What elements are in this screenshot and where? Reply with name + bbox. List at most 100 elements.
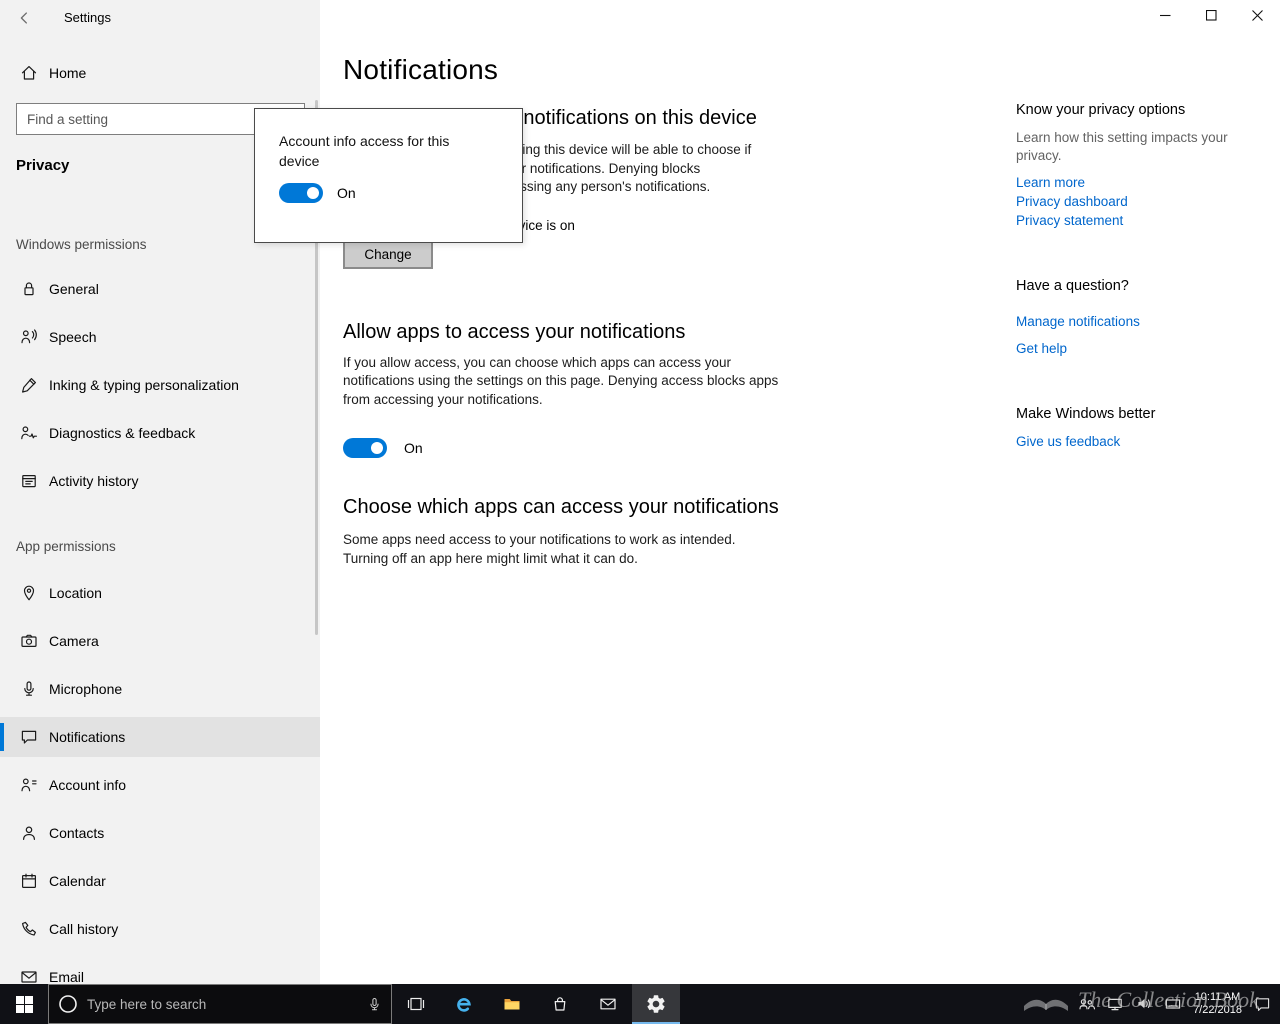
privacy-links: Learn more Privacy dashboard Privacy sta… [1016,173,1266,230]
sidebar-nav: Windows permissions General Speech Inkin… [0,229,320,984]
choose-apps-description: Some apps need access to your notificati… [343,532,736,566]
sidebar-item-diagnostics-feedback[interactable]: Diagnostics & feedback [0,413,320,453]
category-title: Privacy [16,157,70,174]
sidebar-item-activity-history[interactable]: Activity history [0,461,320,501]
privacy-options-heading: Know your privacy options [1016,102,1186,118]
caption-buttons [1142,0,1280,31]
sidebar-item-label: Contacts [49,825,105,841]
close-button[interactable] [1234,0,1280,31]
chat-bubble-icon [19,727,39,747]
make-windows-better-heading: Make Windows better [1016,406,1156,422]
sidebar-item-location[interactable]: Location [0,573,320,613]
settings-window: Settings Home Privacy Windows permission… [0,0,1280,984]
back-button[interactable] [12,7,38,29]
apps-access-description: If you allow access, you can choose whic… [343,354,779,407]
people-icon[interactable] [1077,995,1096,1013]
apps-access-toggle[interactable] [343,438,387,458]
sidebar-item-label: Call history [49,921,119,937]
sidebar-item-label: Inking & typing personalization [49,377,239,393]
lock-icon [19,279,39,299]
sidebar-item-camera[interactable]: Camera [0,621,320,661]
sidebar-item-contacts[interactable]: Contacts [0,813,320,853]
section-heading-choose-apps: Choose which apps can access your notifi… [343,496,779,518]
edge-button[interactable] [440,984,488,1024]
folder-icon [504,999,520,1010]
learn-more-link[interactable]: Learn more [1016,173,1266,192]
sidebar-item-notifications[interactable]: Notifications [0,717,320,757]
camera-icon [19,631,39,651]
task-view-icon [407,997,425,1011]
change-button[interactable]: Change [343,240,433,269]
sidebar-item-inking-typing[interactable]: Inking & typing personalization [0,365,320,405]
question-links: Manage notifications Get help [1016,312,1266,358]
calendar-icon [19,871,39,891]
activity-icon [19,471,39,491]
sidebar-item-general[interactable]: General [0,269,320,309]
privacy-statement-link[interactable]: Privacy statement [1016,211,1266,230]
sidebar-item-label: Microphone [49,681,123,697]
popup-toggle-row: On [279,183,522,203]
sidebar-item-call-history[interactable]: Call history [0,909,320,949]
sidebar-item-label: Activity history [49,473,139,489]
get-help-link[interactable]: Get help [1016,339,1266,358]
home-icon [19,63,39,83]
related-settings-column: Know your privacy options Learn how this… [1016,0,1266,451]
start-button[interactable] [0,984,48,1024]
cortana-icon[interactable] [57,993,79,1015]
manage-notifications-link[interactable]: Manage notifications [1016,312,1266,331]
sidebar-item-label: Location [49,585,102,601]
privacy-options-description: Learn how this setting impacts your priv… [1016,130,1228,163]
account-info-icon [19,775,39,795]
settings-app-button[interactable] [632,984,680,1024]
system-tray: 10:11 AM 7/22/2018 [1077,984,1280,1024]
account-info-access-toggle[interactable] [279,183,323,203]
mail-button[interactable] [584,984,632,1024]
apps-access-toggle-row: On [343,438,843,458]
windows-logo-icon [15,995,33,1013]
maximize-button[interactable] [1188,0,1234,31]
store-bag-icon [554,997,566,1011]
taskbar-search-box [48,984,392,1024]
sidebar-item-microphone[interactable]: Microphone [0,669,320,709]
sidebar-item-email[interactable]: Email [0,957,320,984]
file-explorer-button[interactable] [488,984,536,1024]
task-view-button[interactable] [392,984,440,1024]
window-title: Settings [64,10,111,25]
volume-icon[interactable] [1135,995,1153,1013]
sidebar-item-label: Account info [49,777,127,793]
clock-time: 10:11 AM [1194,991,1241,1003]
diagnostics-icon [19,423,39,443]
sidebar-item-label: Diagnostics & feedback [49,425,196,441]
popup-text: Account info access for this device [279,133,450,169]
sidebar-item-label: Camera [49,633,99,649]
location-pin-icon [19,583,39,603]
pen-icon [19,375,39,395]
sidebar-item-speech[interactable]: Speech [0,317,320,357]
action-center-icon[interactable] [1253,995,1272,1014]
sidebar-item-label: Home [49,65,87,81]
sidebar-item-home[interactable]: Home [0,53,320,93]
privacy-dashboard-link[interactable]: Privacy dashboard [1016,192,1266,211]
have-a-question-heading: Have a question? [1016,278,1129,294]
sidebar-item-label: General [49,281,99,297]
account-info-access-popup: Account info access for this device On [254,108,523,243]
sidebar-item-account-info[interactable]: Account info [0,765,320,805]
network-icon[interactable] [1106,995,1124,1013]
sidebar-item-label: Speech [49,329,97,345]
touch-keyboard-icon[interactable] [1164,995,1182,1013]
taskbar-clock[interactable]: 10:11 AM 7/22/2018 [1193,991,1242,1017]
microphone-search-icon[interactable] [366,996,383,1013]
minimize-button[interactable] [1142,0,1188,31]
page-title: Notifications [343,54,499,85]
speech-icon [19,327,39,347]
microphone-icon [19,679,39,699]
toggle-state-label: On [404,440,423,456]
store-button[interactable] [536,984,584,1024]
sidebar-item-label: Calendar [49,873,106,889]
give-us-feedback-link[interactable]: Give us feedback [1016,432,1266,451]
clock-date: 7/22/2018 [1193,1004,1242,1016]
taskbar-search-input[interactable] [87,996,358,1012]
phone-icon [19,919,39,939]
sidebar-item-calendar[interactable]: Calendar [0,861,320,901]
taskbar: 10:11 AM 7/22/2018 [0,984,1280,1024]
